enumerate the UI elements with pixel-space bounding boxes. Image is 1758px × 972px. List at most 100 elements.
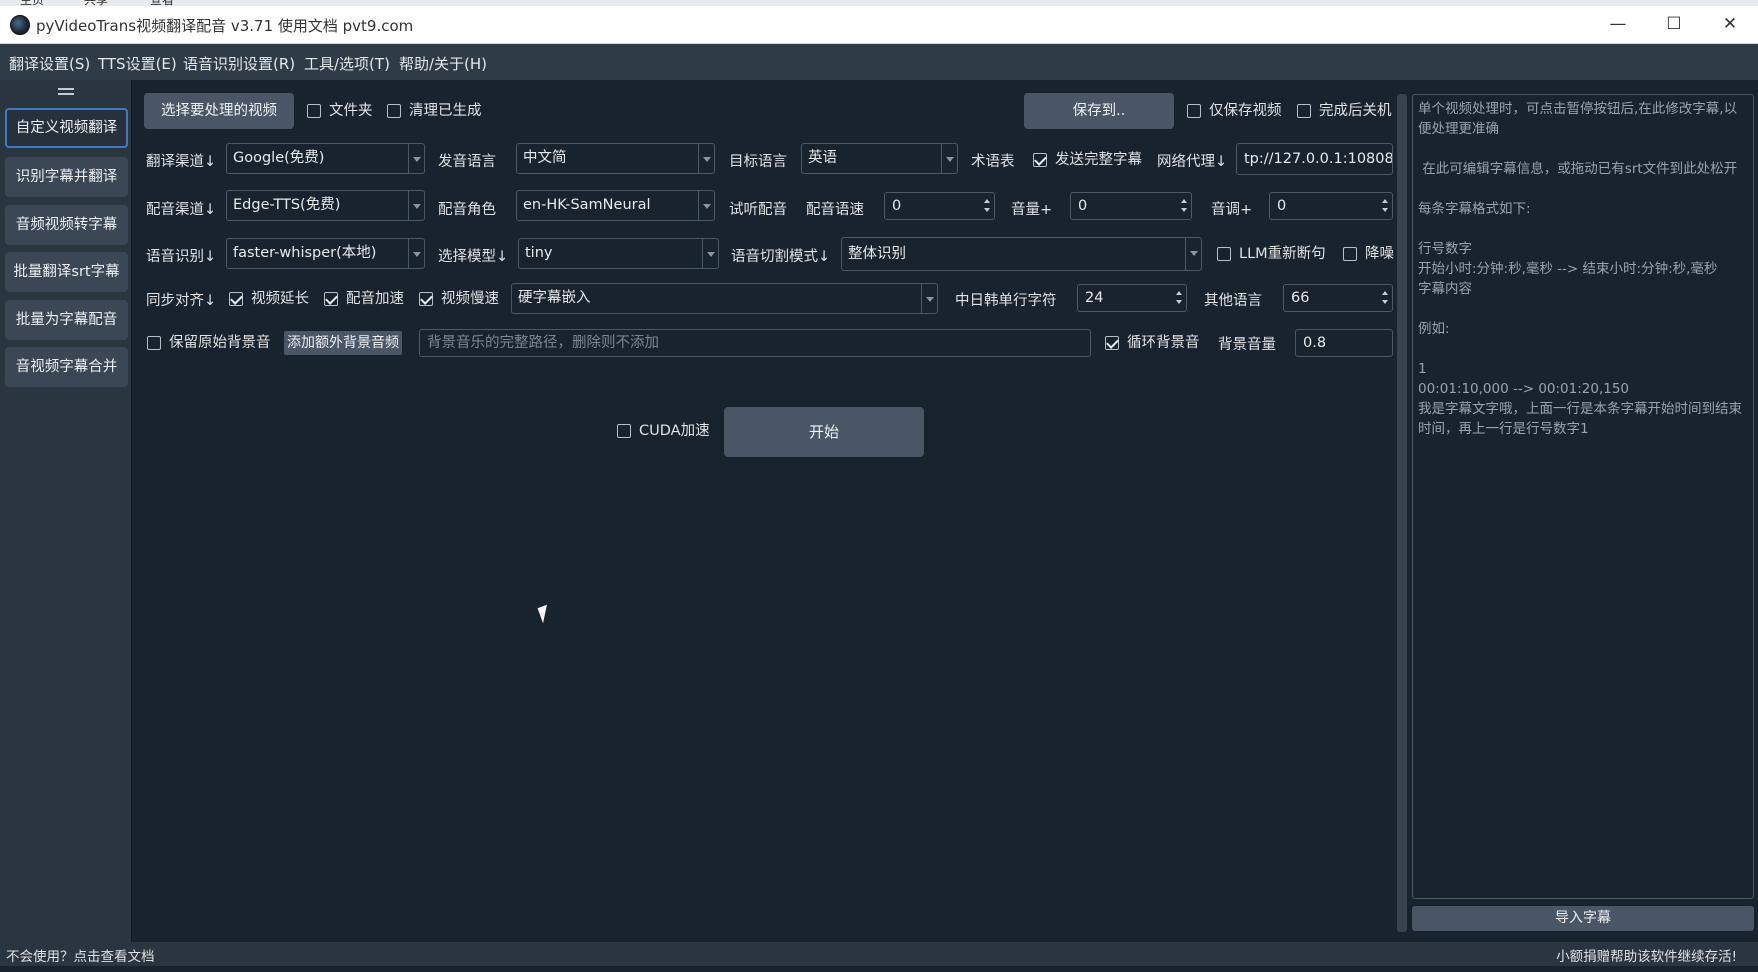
asr-select[interactable]: faster-whisper(本地) [226, 238, 425, 269]
cjk-chars-spinbox[interactable]: 24 [1077, 284, 1187, 312]
checkbox-checked-icon [229, 292, 243, 306]
denoise-checkbox[interactable]: 降噪 [1343, 244, 1394, 264]
target-language-select[interactable]: 英语 [801, 143, 958, 174]
spin-up-icon[interactable] [1176, 291, 1182, 295]
translate-channel-value: Google(免费) [233, 150, 325, 166]
send-full-subtitle-checkbox[interactable]: 发送完整字幕 [1033, 150, 1142, 170]
pitch-label: 音调+ [1211, 202, 1253, 218]
spin-up-icon[interactable] [1181, 199, 1187, 203]
import-subtitle-button[interactable]: 导入字幕 [1412, 906, 1754, 931]
spin-up-icon[interactable] [984, 199, 990, 203]
llm-resplit-label: LLM重新断句 [1239, 246, 1326, 262]
subtitle-embed-select[interactable]: 硬字幕嵌入 [511, 283, 938, 314]
bg-volume-label: 背景音量 [1218, 337, 1276, 353]
sidebar-item-batch-translate-srt[interactable]: 批量翻译srt字幕 [5, 252, 128, 292]
add-bg-audio-button[interactable]: 添加额外背景音频 [284, 331, 402, 355]
sidebar-item-custom-video-translate[interactable]: 自定义视频翻译 [5, 108, 128, 148]
donate-link[interactable]: 小额捐赠帮助该软件继续存活! [1556, 942, 1737, 972]
translate-channel-select[interactable]: Google(免费) [226, 143, 425, 174]
split-mode-select[interactable]: 整体识别 [841, 237, 1202, 271]
checkbox-checked-icon [1105, 336, 1119, 350]
menu-tts-settings[interactable]: TTS设置(E) [98, 53, 177, 74]
shutdown-after-checkbox[interactable]: 完成后关机 [1297, 101, 1392, 121]
audio-speedup-checkbox[interactable]: 配音加速 [324, 289, 404, 309]
close-button[interactable]: ✕ [1702, 6, 1758, 44]
checkbox-icon [1217, 247, 1231, 261]
bg-audio-path-input[interactable]: 背景音乐的完整路径，删除则不添加 [419, 329, 1091, 357]
menu-help-about[interactable]: 帮助/关于(H) [399, 53, 487, 74]
maximize-button[interactable]: ☐ [1646, 6, 1702, 44]
chevron-down-icon [408, 239, 424, 268]
help-docs-link[interactable]: 不会使用？点击查看文档 [6, 942, 155, 972]
tts-channel-label[interactable]: 配音渠道↓ [146, 198, 216, 219]
menu-tools-options[interactable]: 工具/选项(T) [304, 53, 390, 74]
only-save-video-checkbox[interactable]: 仅保存视频 [1187, 101, 1282, 121]
video-slowdown-label: 视频慢速 [441, 291, 499, 307]
bg-volume-input[interactable]: 0.8 [1295, 329, 1393, 357]
voice-role-select[interactable]: en-HK-SamNeural [516, 190, 715, 221]
keep-original-bg-checkbox[interactable]: 保留原始背景音 [147, 333, 271, 353]
chevron-down-icon [941, 144, 957, 173]
network-proxy-label[interactable]: 网络代理↓ [1157, 150, 1227, 171]
network-proxy-input[interactable]: tp://127.0.0.1:10808 [1236, 143, 1393, 175]
folder-checkbox[interactable]: 文件夹 [307, 101, 373, 121]
asr-value: faster-whisper(本地) [233, 245, 377, 261]
model-label[interactable]: 选择模型↓ [438, 245, 508, 266]
llm-resplit-checkbox[interactable]: LLM重新断句 [1217, 244, 1326, 264]
sidebar-item-av-to-subtitle[interactable]: 音频视频转字幕 [5, 205, 128, 245]
split-mode-value: 整体识别 [848, 246, 906, 262]
spin-down-icon[interactable] [984, 208, 990, 212]
translate-channel-label[interactable]: 翻译渠道↓ [146, 150, 216, 171]
folder-label: 文件夹 [329, 103, 373, 119]
pitch-spinbox[interactable]: 0 [1269, 192, 1393, 220]
sidebar-item-batch-dub-subtitle[interactable]: 批量为字幕配音 [5, 300, 128, 340]
menu-asr-settings[interactable]: 语音识别设置(R) [183, 53, 295, 74]
source-language-value: 中文简 [523, 150, 567, 166]
save-to-button[interactable]: 保存到.. [1024, 93, 1174, 129]
subtitle-hint-line: 每条字幕格式如下: [1418, 201, 1531, 217]
spin-up-icon[interactable] [1382, 199, 1388, 203]
subtitle-hint-line: 在此可编辑字幕信息，或拖动已有srt文件到此处松开 [1418, 161, 1738, 177]
spin-down-icon[interactable] [1176, 300, 1182, 304]
checkbox-checked-icon [419, 292, 433, 306]
window-title: pyVideoTrans视频翻译配音 v3.71 使用文档 pvt9.com [36, 17, 414, 35]
sidebar-handle-icon[interactable] [58, 88, 74, 95]
sidebar-item-recognize-and-translate[interactable]: 识别字幕并翻译 [5, 157, 128, 197]
split-mode-label[interactable]: 语音切割模式↓ [731, 245, 830, 266]
audio-speedup-label: 配音加速 [346, 291, 404, 307]
shutdown-after-label: 完成后关机 [1319, 103, 1392, 119]
clean-generated-checkbox[interactable]: 清理已生成 [387, 101, 482, 121]
sync-align-label[interactable]: 同步对齐↓ [146, 289, 216, 310]
tts-channel-select[interactable]: Edge-TTS(免费) [226, 190, 425, 221]
spin-down-icon[interactable] [1382, 208, 1388, 212]
menu-translate-settings[interactable]: 翻译设置(S) [9, 53, 90, 74]
preview-voice-label[interactable]: 试听配音 [729, 198, 787, 219]
other-lang-spinbox[interactable]: 66 [1283, 284, 1393, 312]
video-slowdown-checkbox[interactable]: 视频慢速 [419, 289, 499, 309]
spin-down-icon[interactable] [1382, 300, 1388, 304]
source-language-select[interactable]: 中文简 [516, 143, 715, 174]
subtitle-hint-line [1418, 219, 1748, 239]
subtitle-editor[interactable]: 单个视频处理时，可点击暂停按钮后,在此修改字幕,以便处理更准确 在此可编辑字幕信… [1412, 94, 1754, 899]
volume-spinbox[interactable]: 0 [1070, 192, 1192, 220]
clean-generated-label: 清理已生成 [409, 103, 482, 119]
model-select[interactable]: tiny [518, 238, 719, 269]
subtitle-hint-line: 我是字幕文字哦，上面一行是本条字幕开始时间到结束时间，再上一行是行号数字1 [1418, 401, 1742, 437]
asr-label[interactable]: 语音识别↓ [146, 245, 216, 266]
model-value: tiny [525, 245, 553, 261]
loop-bg-checkbox[interactable]: 循环背景音 [1105, 333, 1200, 353]
video-extend-checkbox[interactable]: 视频延长 [229, 289, 309, 309]
sidebar-item-av-subtitle-merge[interactable]: 音视频字幕合并 [5, 347, 128, 387]
menu-bar: 翻译设置(S) TTS设置(E) 语音识别设置(R) 工具/选项(T) 帮助/关… [0, 44, 1758, 80]
spin-up-icon[interactable] [1382, 291, 1388, 295]
select-video-button[interactable]: 选择要处理的视频 [144, 93, 294, 129]
cuda-checkbox[interactable]: CUDA加速 [617, 421, 710, 441]
splitter-handle[interactable] [1397, 94, 1407, 932]
speech-rate-spinbox[interactable]: 0 [884, 192, 995, 220]
start-button[interactable]: 开始 [724, 407, 924, 457]
glossary-label[interactable]: 术语表 [971, 150, 1015, 171]
minimize-button[interactable]: — [1590, 6, 1646, 44]
spin-down-icon[interactable] [1181, 208, 1187, 212]
target-language-label: 目标语言 [729, 154, 787, 170]
title-bar: pyVideoTrans视频翻译配音 v3.71 使用文档 pvt9.com —… [0, 6, 1758, 44]
